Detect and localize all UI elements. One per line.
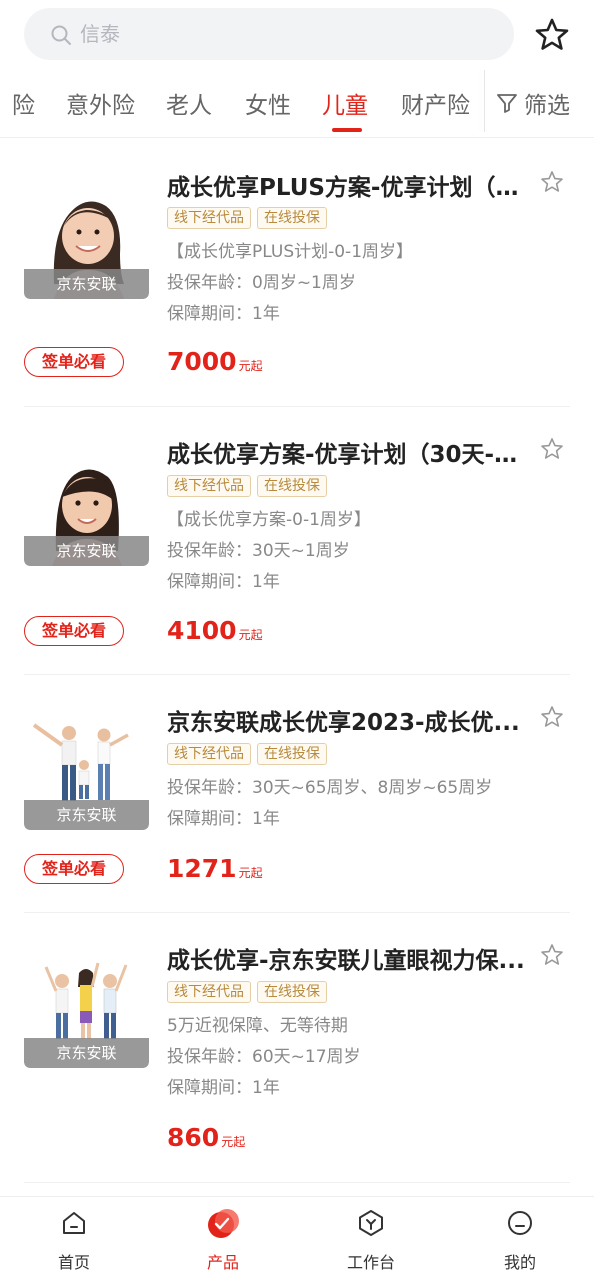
tag-offline: 线下经代品	[167, 475, 251, 497]
favorite-star-icon[interactable]	[540, 705, 564, 729]
tab-property[interactable]: 财产险	[401, 86, 470, 120]
product-tags: 线下经代品 在线投保	[167, 981, 327, 1003]
price-unit: 元起	[238, 359, 263, 373]
product-price: 4100 元起	[167, 616, 263, 645]
price-unit: 元起	[221, 1135, 246, 1149]
price-value: 4100	[167, 616, 237, 645]
bottom-nav: 首页 产品 工作台 我的	[0, 1196, 594, 1280]
home-icon	[63, 1212, 85, 1234]
favorite-star-icon[interactable]	[540, 437, 564, 461]
product-title[interactable]: 京东安联成长优享2023-成长优...	[167, 703, 531, 737]
product-plan: 【成长优享方案-0-1周岁】	[167, 510, 371, 530]
product-title[interactable]: 成长优享-京东安联儿童眼视力保...	[167, 941, 531, 975]
must-read-button[interactable]: 签单必看	[24, 616, 124, 646]
product-card[interactable]: 京东安联 成长优享-京东安联儿童眼视力保... 线下经代品 在线投保 5万近视保…	[0, 913, 594, 1183]
product-thumbnail: 京东安联	[24, 174, 149, 299]
nav-workbench-label: 工作台	[346, 1253, 395, 1272]
price-unit: 元起	[238, 628, 263, 642]
product-thumbnail: 京东安联	[24, 705, 149, 830]
product-term: 保障期间：1年	[167, 1078, 280, 1098]
product-feature: 5万近视保障、无等待期	[167, 1016, 348, 1036]
product-age: 投保年龄：30天~65周岁、8周岁~65周岁	[167, 778, 493, 798]
tabs-divider	[484, 70, 485, 132]
workbench-icon	[359, 1210, 383, 1236]
nav-product[interactable]: 产品	[163, 1197, 283, 1280]
product-age: 投保年龄：30天~1周岁	[167, 541, 350, 561]
product-card[interactable]: 京东安联 京东安联成长优享2023-成长优... 线下经代品 在线投保 投保年龄…	[0, 675, 594, 913]
product-tags: 线下经代品 在线投保	[167, 207, 327, 229]
product-price: 1271 元起	[167, 854, 263, 883]
product-icon	[208, 1209, 239, 1238]
product-card[interactable]: 京东安联 成长优享方案-优享计划（30天-1... 线下经代品 在线投保 【成长…	[0, 407, 594, 675]
product-title[interactable]: 成长优享PLUS方案-优享计划（0...	[167, 168, 531, 202]
product-term: 保障期间：1年	[167, 572, 280, 592]
category-tabs: 险 意外险 老人 女性 儿童 财产险 筛选	[0, 70, 594, 138]
tab-accident[interactable]: 意外险	[66, 86, 135, 120]
price-unit: 元起	[238, 866, 263, 880]
tab-partial[interactable]: 险	[12, 86, 35, 120]
nav-home[interactable]: 首页	[14, 1197, 134, 1280]
product-card[interactable]: 京东安联 成长优享PLUS方案-优享计划（0... 线下经代品 在线投保 【成长…	[0, 140, 594, 407]
nav-home-label: 首页	[57, 1253, 90, 1272]
tag-online: 在线投保	[257, 207, 327, 229]
tab-children[interactable]: 儿童	[322, 86, 368, 120]
tag-offline: 线下经代品	[167, 743, 251, 765]
product-age: 投保年龄：60天~17周岁	[167, 1047, 361, 1067]
nav-product-label: 产品	[206, 1253, 239, 1272]
favorites-star-icon[interactable]	[534, 17, 570, 53]
nav-workbench[interactable]: 工作台	[311, 1197, 431, 1280]
price-value: 860	[167, 1123, 220, 1152]
product-price: 860 元起	[167, 1123, 245, 1152]
insurer-label: 京东安联	[24, 536, 149, 566]
nav-profile[interactable]: 我的	[460, 1197, 580, 1280]
filter-icon	[497, 94, 517, 113]
price-value: 7000	[167, 347, 237, 376]
tag-online: 在线投保	[257, 475, 327, 497]
product-price: 7000 元起	[167, 347, 263, 376]
filter-label: 筛选	[524, 93, 570, 119]
filter-button[interactable]: 筛选	[496, 86, 570, 120]
price-value: 1271	[167, 854, 237, 883]
must-read-button[interactable]: 签单必看	[24, 347, 124, 377]
tag-offline: 线下经代品	[167, 207, 251, 229]
insurer-label: 京东安联	[24, 269, 149, 299]
product-thumbnail: 京东安联	[24, 441, 149, 566]
product-term: 保障期间：1年	[167, 809, 280, 829]
insurer-label: 京东安联	[24, 800, 149, 830]
product-tags: 线下经代品 在线投保	[167, 475, 327, 497]
favorite-star-icon[interactable]	[540, 943, 564, 967]
favorite-star-icon[interactable]	[540, 170, 564, 194]
tab-women[interactable]: 女性	[245, 86, 291, 120]
tab-elderly[interactable]: 老人	[166, 86, 212, 120]
nav-profile-label: 我的	[503, 1253, 536, 1272]
search-icon	[51, 25, 71, 45]
product-term: 保障期间：1年	[167, 304, 280, 324]
profile-icon	[508, 1211, 532, 1235]
search-input[interactable]	[80, 8, 480, 60]
product-thumbnail: 京东安联	[24, 943, 149, 1068]
tag-offline: 线下经代品	[167, 981, 251, 1003]
tag-online: 在线投保	[257, 743, 327, 765]
active-tab-indicator	[332, 128, 362, 132]
must-read-button[interactable]: 签单必看	[24, 854, 124, 884]
product-age: 投保年龄：0周岁~1周岁	[167, 273, 356, 293]
product-plan: 【成长优享PLUS计划-0-1周岁】	[167, 242, 414, 262]
product-tags: 线下经代品 在线投保	[167, 743, 327, 765]
card-divider	[24, 1182, 570, 1183]
insurer-label: 京东安联	[24, 1038, 149, 1068]
product-title[interactable]: 成长优享方案-优享计划（30天-1...	[167, 435, 531, 469]
tag-online: 在线投保	[257, 981, 327, 1003]
header	[0, 0, 594, 70]
